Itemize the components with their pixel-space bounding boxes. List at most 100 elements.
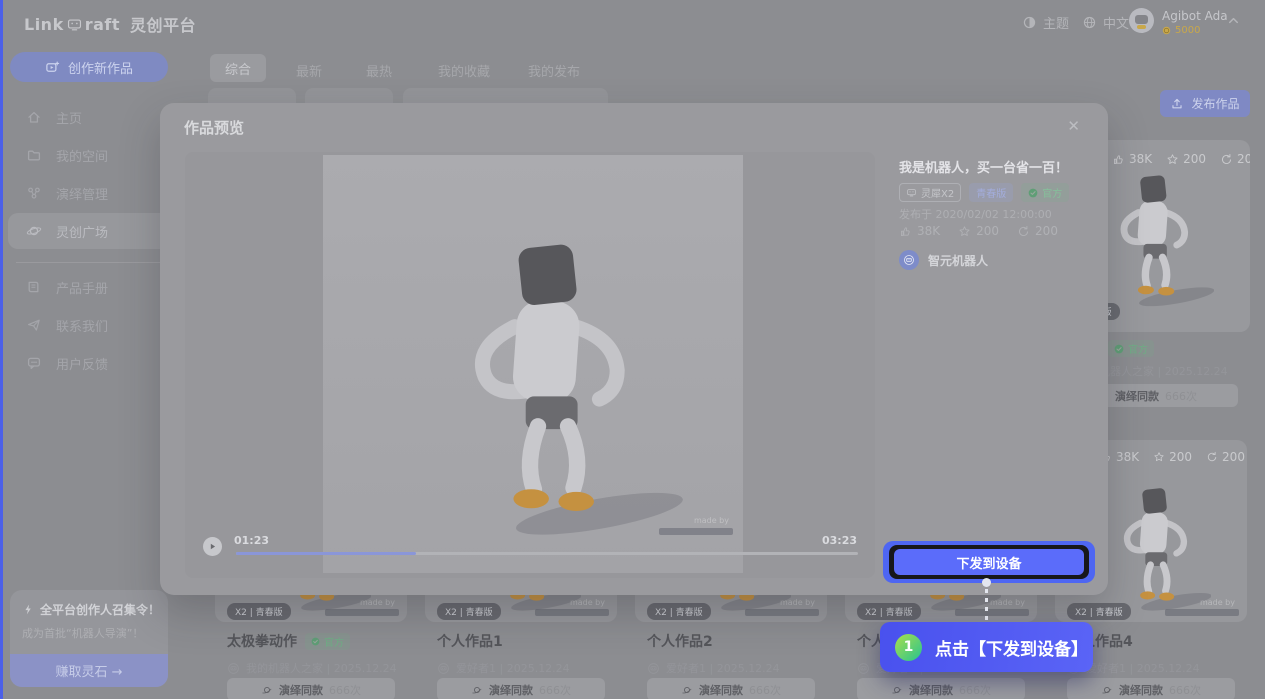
language-switch[interactable]: 中文 [1082,13,1129,32]
theme-icon [1022,15,1037,30]
watermark: made by [1200,598,1235,607]
card-title: 个人作品1 [437,631,503,651]
robot-face-icon [903,254,915,266]
published-date: 发布于 2020/02/02 12:00:00 [899,206,1052,222]
app-root: Link raft 灵创平台 主题 中文 Agibot Ada 5000 创作新… [0,0,1265,699]
watermark: made by [570,598,605,607]
create-work-label: 创作新作品 [68,58,133,77]
theme-toggle[interactable]: 主题 [1022,13,1069,32]
author-name: 智元机器人 [928,252,988,269]
replay-same-button[interactable]: 演绎同款666次 [1067,678,1235,699]
watermark: made by [990,598,1025,607]
close-icon[interactable]: ✕ [1067,117,1080,135]
official-badge: 官方 [305,633,350,650]
card-stats: 38K 200 200 [1100,450,1245,464]
create-work-button[interactable]: 创作新作品 [10,52,168,82]
star-icon [1166,153,1179,166]
model-edition-tag: X2 | 青春版 [1067,603,1131,620]
tab-my-published[interactable]: 我的发布 [528,61,580,80]
model-edition-tag: X2 | 青春版 [227,603,291,620]
work-author[interactable]: 智元机器人 [899,250,988,270]
robot-face-icon [227,662,240,675]
sidebar-item-label: 用户反馈 [56,354,108,373]
repost-icon [1206,451,1218,463]
tab-all[interactable]: 综合 [210,54,266,82]
folder-icon [26,147,42,163]
tab-my-favorites[interactable]: 我的收藏 [438,61,490,80]
video-player: made by 01:23 03:23 [185,152,875,578]
sidebar-item-home[interactable]: 主页 [8,99,176,135]
chat-icon [26,355,42,371]
sidebar-item-performance-mgmt[interactable]: 演绎管理 [8,175,176,211]
robot-video-figure [393,197,683,552]
card-author-line: 爱好者1 | 2025.12.24 [437,660,570,676]
earn-gems-button[interactable]: 赚取灵石 → [10,654,168,687]
tab-label: 综合 [225,59,251,78]
logo-cn: 灵创平台 [130,12,196,36]
repost-stat[interactable]: 200 [1017,224,1058,238]
model-tag: 灵犀X2 [899,183,961,202]
replay-same-button[interactable]: 演绎同款666次 [437,678,605,699]
work-tags: 灵犀X2 青春版 官方 [899,183,1069,202]
work-preview-modal: 作品预览 ✕ made by 01:23 03:23 我是机器人，买一台省一百！… [160,103,1108,595]
chevron-up-icon [1226,13,1241,28]
favorite-stat[interactable]: 200 [958,224,999,238]
watermark-line2 [535,609,609,616]
guide-tooltip: 1 点击【下发到设备】 [880,622,1093,672]
home-icon [26,109,42,125]
avatar[interactable] [1129,8,1154,33]
card-title: 太极拳动作 官方 [227,631,350,651]
repost-icon [1017,225,1030,238]
tab-hottest[interactable]: 最热 [366,61,392,80]
watermark-line2 [325,609,399,616]
replay-same-button[interactable]: 演绎同款666次 [647,678,815,699]
star-icon [958,225,971,238]
sidebar-item-contact-us[interactable]: 联系我们 [8,307,176,343]
language-label: 中文 [1103,13,1129,32]
send-to-device-highlight-ring: 下发到设备 [883,541,1095,583]
watermark-line2 [659,528,733,535]
screen-edge-accent [0,0,3,699]
sidebar-item-label: 演绎管理 [56,184,108,203]
globe-icon [1082,15,1097,30]
model-edition-tag: X2 | 青春版 [437,603,501,620]
watermark: made by [694,516,729,525]
paper-plane-icon [26,317,42,333]
model-edition-tag: X2 | 青春版 [647,603,711,620]
thumbs-up-icon [899,225,912,238]
app-logo: Link raft 灵创平台 [24,12,196,36]
thumbs-up-icon [1112,153,1125,166]
sidebar-item-my-space[interactable]: 我的空间 [8,137,176,173]
user-info[interactable]: Agibot Ada 5000 [1162,9,1228,36]
video-frame: made by [323,155,743,573]
sidebar-item-label: 灵创广场 [56,222,108,241]
replay-same-button[interactable]: 演绎同款666次 [227,678,395,699]
book-icon [26,279,42,295]
send-to-device-button[interactable]: 下发到设备 [894,549,1084,575]
swirl-icon [1101,684,1113,696]
sidebar-item-creation-plaza[interactable]: 灵创广场 [8,213,176,249]
coin-icon [1162,26,1171,35]
send-to-device-highlight-border: 下发到设备 [889,545,1089,579]
card-title: 个人作品2 [647,631,713,651]
guide-connector-dot [982,578,991,587]
card-stats: 38K 200 200 [1112,152,1250,166]
guide-step-badge: 1 [895,634,922,661]
watermark: made by [780,598,815,607]
seek-bar[interactable] [236,552,858,555]
like-stat[interactable]: 38K [899,224,940,238]
user-menu-collapse[interactable] [1226,13,1241,28]
sidebar-item-label: 产品手册 [56,278,108,297]
sidebar-item-user-feedback[interactable]: 用户反馈 [8,345,176,381]
play-button[interactable] [203,537,222,556]
repost-icon [1220,153,1233,166]
watermark: made by [360,598,395,607]
publish-work-button[interactable]: 发布作品 [1160,90,1250,117]
logo-robot-icon [66,16,83,33]
tab-newest[interactable]: 最新 [296,61,322,80]
sidebar-item-product-manual[interactable]: 产品手册 [8,269,176,305]
edition-tag: 青春版 [969,183,1013,202]
watermark-line2 [955,609,1029,616]
sidebar-divider [16,262,166,263]
replay-same-button[interactable]: 演绎同款666次 [857,678,1025,699]
